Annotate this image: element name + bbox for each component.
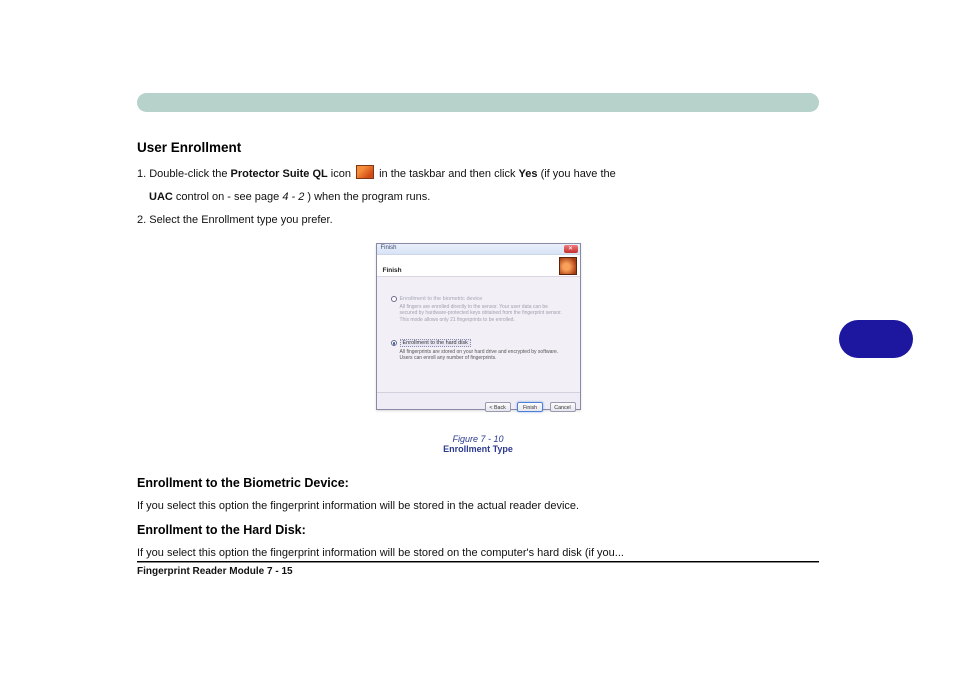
dialog-header: Finish	[377, 255, 580, 277]
step-1: 1. Double-click the Protector Suite QL i…	[137, 165, 819, 183]
dialog-titlebar: Finish ✕	[377, 244, 580, 255]
section-header-bar	[137, 93, 819, 112]
step-1-cont: UAC control on - see page 4 - 2 ) when t…	[137, 189, 819, 206]
sub-enroll-harddisk-desc: If you select this option the fingerprin…	[137, 545, 819, 562]
dialog-footer: < Back Finish Cancel	[377, 392, 580, 409]
protector-suite-label: Protector Suite QL	[231, 168, 328, 180]
cancel-button[interactable]: Cancel	[550, 402, 576, 412]
radio-harddisk-label: Enrollment to the hard disk	[400, 339, 471, 347]
radio-biometric-label: Enrollment to the biometric device	[400, 296, 483, 302]
close-icon[interactable]: ✕	[564, 245, 578, 253]
radio-hard-disk[interactable]: Enrollment to the hard disk	[391, 339, 566, 347]
step1-mid: icon	[331, 168, 354, 180]
step1c-tail: ) when the program runs.	[307, 191, 430, 203]
fingerprint-app-icon	[356, 165, 374, 179]
page-side-tab	[839, 320, 913, 358]
fingerprint-logo-icon	[559, 257, 577, 275]
step-2: 2. Select the Enrollment type you prefer…	[137, 212, 819, 229]
dialog-title: Finish	[383, 267, 402, 274]
finish-dialog: Finish ✕ Finish Enrollment to the biomet…	[376, 243, 581, 410]
sub-enroll-biometric-desc: If you select this option the fingerprin…	[137, 498, 819, 515]
harddisk-desc: All fingerprints are stored on your hard…	[391, 347, 566, 362]
uac-label: UAC	[149, 191, 173, 203]
step1c-after: control on - see page	[176, 191, 282, 203]
step1-tail: (if you have the	[541, 168, 616, 180]
figure-caption: Figure 7 - 10 Enrollment Type	[137, 434, 819, 454]
footer-rule	[137, 561, 819, 563]
yes-label: Yes	[519, 168, 538, 180]
page-ref: 4 - 2	[282, 191, 304, 203]
step1-after: in the taskbar and then click	[379, 168, 518, 180]
radio-icon	[391, 340, 397, 346]
back-button[interactable]: < Back	[485, 402, 511, 412]
sub-enroll-biometric: Enrollment to the Biometric Device:	[137, 476, 819, 490]
sub-enroll-harddisk: Enrollment to the Hard Disk:	[137, 523, 819, 537]
radio-icon	[391, 296, 397, 302]
fig-num: Figure 7 - 10	[452, 434, 503, 444]
heading-user-enrollment: User Enrollment	[137, 140, 819, 155]
dialog-body: Enrollment to the biometric device All f…	[377, 277, 580, 361]
step1-prefix: 1. Double-click the	[137, 168, 231, 180]
finish-button[interactable]: Finish	[517, 402, 543, 412]
biometric-desc: All fingers are enrolled directly to the…	[391, 302, 566, 323]
footer-text: Fingerprint Reader Module 7 - 15	[137, 566, 293, 577]
fig-title: Enrollment Type	[443, 444, 513, 454]
window-title: Finish	[381, 245, 397, 251]
